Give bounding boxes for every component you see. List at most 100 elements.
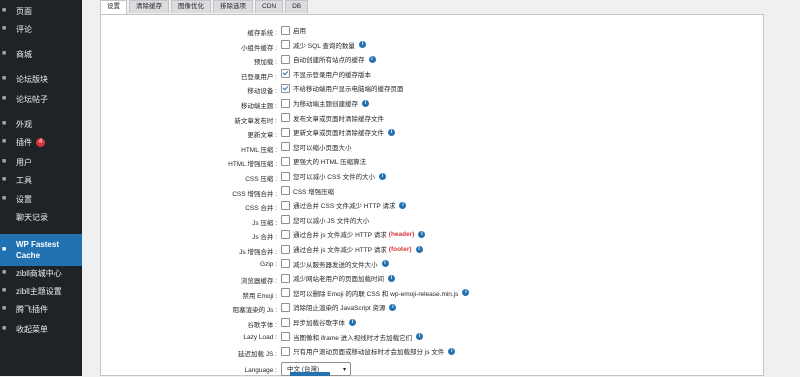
info-icon[interactable]: i	[389, 303, 397, 311]
sidebar-item-label: 论坛版块	[16, 74, 48, 84]
info-icon[interactable]: i	[415, 245, 423, 253]
sidebar-item-1[interactable]: ■ 评论	[0, 22, 82, 36]
info-icon[interactable]: i	[388, 128, 395, 136]
setting-checkbox[interactable]	[281, 288, 290, 298]
setting-label: CSS 增强合并 :	[232, 190, 277, 198]
sidebar-item-3[interactable]: ■ 论坛版块	[0, 72, 82, 86]
tab-4[interactable]: CDN	[255, 0, 284, 13]
setting-checkbox[interactable]	[281, 215, 290, 225]
sidebar-item-label: 聊天记录	[16, 212, 48, 222]
sidebar-item-label: 用户	[16, 157, 32, 167]
setting-description: 减少网站老用户的页面加载时间	[293, 276, 384, 284]
setting-checkbox[interactable]	[281, 127, 290, 137]
setting-checkbox[interactable]	[281, 302, 290, 312]
setting-checkbox[interactable]	[281, 244, 290, 254]
setting-description: 减少从服务器发送的文件大小	[293, 261, 378, 269]
setting-field: 更强大的 HTML 压缩算法	[281, 156, 366, 166]
plugin-icon: ■	[2, 138, 7, 145]
setting-description: 消除阻止渲染的 JavaScript 资源	[293, 305, 386, 313]
sidebar-item-label: 腾飞插件	[16, 304, 48, 314]
tab-2[interactable]: 图像优化	[171, 0, 211, 13]
setting-checkbox[interactable]	[281, 142, 290, 152]
setting-checkbox[interactable]	[281, 186, 290, 196]
setting-row: Js 压缩 : 您可以减小 JS 文件的大小	[101, 215, 761, 227]
info-icon[interactable]: i	[368, 55, 376, 63]
info-icon[interactable]: i	[418, 230, 426, 238]
tab-5[interactable]: DB	[285, 0, 309, 13]
setting-description: 减少 SQL 查询的数量	[293, 42, 355, 50]
setting-field: 通过合并 CSS 文件减少 HTTP 请求 i	[281, 200, 407, 210]
setting-checkbox[interactable]	[281, 25, 290, 35]
info-icon[interactable]: i	[362, 99, 369, 107]
setting-description: 不给移动端用户显示电脑端的缓存页面	[293, 86, 404, 94]
setting-label: 小组件缓存 :	[240, 44, 277, 52]
sidebar-item-8[interactable]: ■ 工具	[0, 173, 82, 187]
sidebar-item-2[interactable]: ■ 商城	[0, 47, 82, 61]
info-icon[interactable]: i	[399, 201, 407, 209]
info-icon[interactable]: i	[448, 347, 456, 355]
save-button-edge[interactable]	[290, 372, 330, 376]
sidebar-item-15[interactable]: ■ 收起菜单	[0, 322, 82, 336]
setting-row: CSS 增强合并 : CSS 增强压缩	[101, 186, 761, 198]
tab-1[interactable]: 清除缓存	[129, 0, 169, 13]
info-icon[interactable]: i	[358, 41, 366, 49]
info-icon[interactable]: i	[388, 274, 395, 282]
forum-icon: ■	[2, 75, 7, 82]
tab-3[interactable]: 排除选项	[213, 0, 253, 13]
sidebar-item-13[interactable]: ■ zibll主题设置	[0, 284, 82, 298]
setting-checkbox[interactable]	[281, 113, 290, 123]
info-icon[interactable]: i	[416, 333, 424, 341]
info-icon[interactable]: i	[349, 318, 356, 326]
info-icon[interactable]: i	[381, 260, 389, 268]
setting-checkbox[interactable]	[281, 346, 290, 356]
sidebar-item-14[interactable]: ■ 腾飞插件	[0, 302, 82, 316]
setting-row: 禁用 Emoji : 您可以删除 Emoji 的内联 CSS 和 wp-emoji…	[101, 288, 761, 300]
chevron-down-icon: ▾	[342, 366, 346, 373]
setting-checkbox[interactable]	[281, 317, 290, 327]
sidebar-item-7[interactable]: ■ 用户	[0, 155, 82, 169]
setting-row: 已登录用户 : 不显示登录用户的缓存版本	[101, 69, 761, 81]
setting-field: 发布文章或页面时清除缓存文件	[281, 113, 384, 123]
setting-checkbox[interactable]	[281, 332, 290, 342]
sidebar-item-6[interactable]: ■ 插件 4	[0, 135, 82, 149]
sidebar-item-11[interactable]: ■ WP Fastest Cache	[0, 234, 82, 266]
tab-0[interactable]: 设置	[100, 0, 127, 15]
setting-row: 谷歌字体 : 异步加载谷歌字体 i	[101, 317, 761, 329]
setting-checkbox[interactable]	[281, 54, 290, 64]
sidebar-item-10[interactable]: 聊天记录	[0, 210, 82, 224]
setting-checkbox[interactable]	[281, 229, 290, 239]
sidebar-item-label: 插件	[16, 137, 32, 147]
setting-checkbox[interactable]	[281, 200, 290, 210]
setting-field: 不显示登录用户的缓存版本	[281, 69, 371, 79]
setting-checkbox[interactable]	[281, 273, 290, 283]
setting-checkbox[interactable]	[281, 98, 290, 108]
sidebar-item-label: 商城	[16, 49, 32, 59]
setting-description: 更强大的 HTML 压缩算法	[293, 159, 367, 167]
sidebar-item-12[interactable]: ■ zibll商城中心	[0, 266, 82, 280]
sidebar-item-0[interactable]: ■ 页面	[0, 4, 82, 18]
sidebar-item-label: zibll商城中心	[16, 268, 62, 278]
setting-checkbox[interactable]	[281, 83, 290, 93]
sidebar-item-5[interactable]: ■ 外观	[0, 117, 82, 131]
setting-checkbox[interactable]	[281, 156, 290, 166]
sidebar-item-label: 页面	[16, 6, 32, 16]
setting-row: 小组件缓存 : 减少 SQL 查询的数量 i	[101, 40, 761, 52]
sidebar-item-4[interactable]: ■ 论坛帖子	[0, 92, 82, 106]
info-icon[interactable]: i	[462, 289, 470, 297]
setting-checkbox[interactable]	[281, 69, 290, 79]
sidebar-item-9[interactable]: ■ 设置	[0, 192, 82, 206]
setting-label: Js 压缩 :	[252, 219, 277, 227]
setting-field: 只有用户滚动页面或移动鼠标时才会加载部分 js 文件 i	[281, 346, 456, 356]
setting-checkbox[interactable]	[281, 171, 290, 181]
sidebar-item-label: 收起菜单	[16, 324, 48, 334]
setting-row: 移动设备 : 不给移动端用户显示电脑端的缓存页面	[101, 83, 761, 95]
setting-description: CSS 增强压缩	[293, 188, 335, 196]
info-icon[interactable]: i	[378, 172, 386, 180]
setting-label: 新文章发布时 :	[234, 117, 277, 125]
setting-checkbox[interactable]	[281, 259, 290, 269]
plugin-gear-icon: ■	[2, 305, 7, 312]
setting-checkbox[interactable]	[281, 40, 290, 50]
setting-row: 更新文章 : 更新文章或页面时清除缓存文件 i	[101, 127, 761, 139]
setting-description: 当图像和 iframe 进入视线时才去加载它们	[293, 334, 413, 342]
setting-field: 启用	[281, 25, 306, 35]
